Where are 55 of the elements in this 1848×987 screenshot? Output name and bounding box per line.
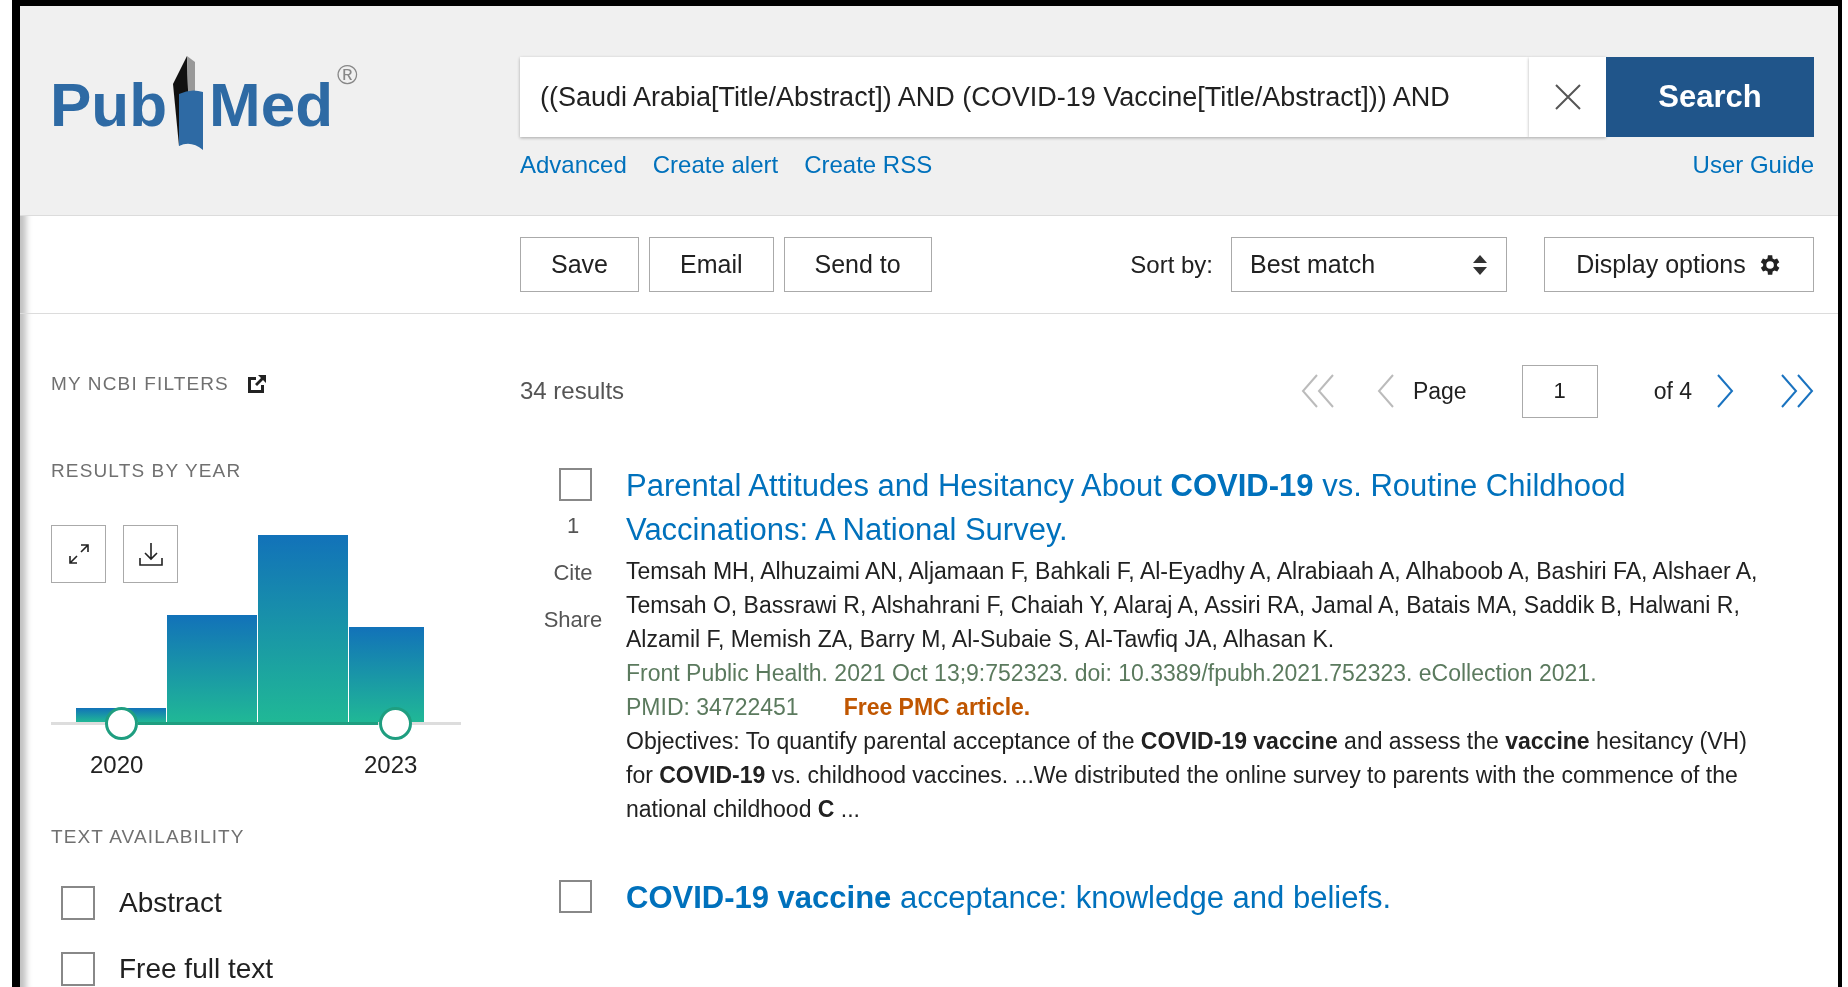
result-snippet: Objectives: To quantify parental acceptance of the COVID-19 vaccine and assess the vaccine hesitancy (VH) for COVID-19 vs. childhood vaccines. ...We distributed the online survey to parents with the commence of the national childhood C ... <box>626 727 1748 824</box>
section-heading: TEXT AVAILABILITY <box>51 825 246 849</box>
result-number: 1 <box>566 512 580 540</box>
result-title-link[interactable]: COVID-19 vaccine acceptance: knowledge and beliefs. <box>626 876 1814 920</box>
book-icon <box>171 54 206 150</box>
result-citation: Front Public Health. 2021 Oct 13;9:752323. doi: 10.3389/fpubh.2021.752323. eCollection 2021. <box>626 659 1598 688</box>
last-page-icon[interactable] <box>1780 373 1814 409</box>
sort-label: Sort by: <box>1130 249 1213 280</box>
clear-button[interactable] <box>1529 57 1606 137</box>
section-heading: RESULTS BY YEAR <box>51 458 243 483</box>
section-heading: MY NCBI FILTERS <box>51 372 229 396</box>
registered-mark: ® <box>337 58 358 92</box>
filter-label: Abstract <box>119 885 222 920</box>
page-label: Page <box>1412 376 1467 406</box>
next-page-icon[interactable] <box>1716 373 1734 409</box>
search-option-link[interactable]: Advanced <box>520 147 627 183</box>
result-action-link[interactable]: Cite <box>553 556 593 589</box>
free-article-label: Free PMC article. <box>843 693 1031 722</box>
toolbar-button[interactable]: Save <box>520 237 639 292</box>
checkbox[interactable] <box>558 880 592 913</box>
page-count: of 4 <box>1653 376 1692 406</box>
year-label: 2020 <box>90 750 144 780</box>
sort-dropdown[interactable]: Best match <box>1231 237 1507 292</box>
checkbox[interactable] <box>61 951 95 986</box>
previous-page-icon[interactable] <box>1376 373 1395 409</box>
toolbar-button[interactable]: Email <box>649 237 774 292</box>
slider-thumb[interactable] <box>104 707 138 740</box>
checkbox[interactable] <box>61 885 95 920</box>
pmid-text: PMID: 34722451 <box>626 693 799 722</box>
expand-icon <box>67 543 90 565</box>
display-options-button[interactable]: Display options <box>1544 237 1814 292</box>
external-link-icon[interactable] <box>246 374 267 395</box>
result-action-link[interactable]: Share <box>543 603 603 636</box>
search-option-link[interactable]: Create alert <box>652 147 779 183</box>
results-count: 34 results <box>520 376 625 406</box>
page-number-field[interactable]: 1 <box>1521 364 1598 418</box>
download-icon <box>137 541 164 567</box>
sort-arrows-icon <box>1472 253 1488 276</box>
search-field[interactable]: ((Saudi Arabia[Title/Abstract]) AND (COVID-19 Vaccine[Title/Abstract])) AND <box>520 57 1529 137</box>
checkbox[interactable] <box>558 468 592 501</box>
user-guide-link[interactable]: User Guide <box>1692 147 1814 183</box>
logo-text: Pub <box>50 74 168 141</box>
search-button[interactable]: Search <box>1606 57 1814 137</box>
result-authors: Temsah MH, Alhuzaimi AN, Aljamaan F, Bahkali F, Al-Eyadhy A, Alrabiaah A, Alhaboob A, Bashiri FA, Alshaer A, Temsah O, Bassrawi R, Alshahrani F, Chaiah Y, Alaraj A, Assiri RA, Jamal A, Batais MA, Saddik B, Halwani R, Alzamil F, Memish ZA, Barry M, Al-Subaie S, Al-Tawfiq JA, Alhasan K. <box>626 557 1759 654</box>
logo-text: Med <box>209 74 334 141</box>
filter-label: Free full text <box>119 951 274 986</box>
histogram-bar[interactable] <box>349 627 424 722</box>
download-button[interactable] <box>123 525 178 583</box>
expand-button[interactable] <box>51 525 106 583</box>
toolbar-button[interactable]: Send to <box>783 237 932 292</box>
first-page-icon[interactable] <box>1300 373 1335 409</box>
close-icon <box>1553 83 1582 111</box>
year-label: 2023 <box>364 750 418 780</box>
result-title-link[interactable]: Parental Attitudes and Hesitancy About COVID-19 vs. Routine Childhood Vaccinations: A National Survey. <box>626 464 1814 552</box>
search-option-link[interactable]: Create RSS <box>804 147 933 183</box>
